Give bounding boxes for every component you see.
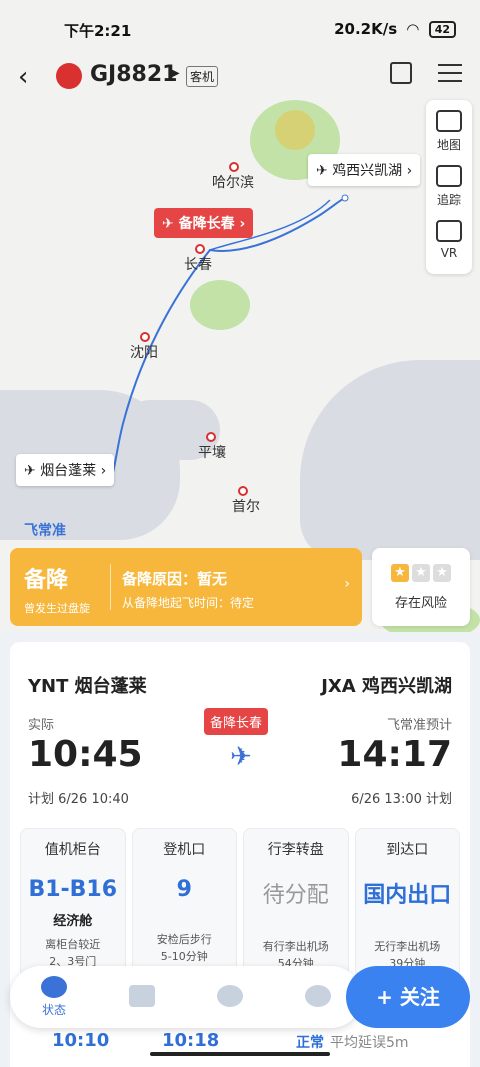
divert-badge: 备降长春 xyxy=(204,708,269,735)
brand-watermark: 飞常准 xyxy=(24,523,66,539)
arrival-airport[interactable]: JXA 鸡西兴凯湖 xyxy=(321,672,452,698)
city-label: 长春 xyxy=(184,257,212,273)
divider xyxy=(110,564,111,610)
tab-airport[interactable] xyxy=(205,984,255,1010)
tab-schedule[interactable] xyxy=(117,984,167,1010)
back-button[interactable]: ‹ xyxy=(18,62,28,92)
risk-card[interactable]: ★ ★ ★ 存在风险 xyxy=(372,548,470,626)
video-icon xyxy=(436,165,462,187)
info-note: 安检后步行 5-10分钟 xyxy=(156,933,212,963)
share-icon[interactable] xyxy=(390,62,412,84)
city-label: 哈尔滨 xyxy=(212,175,254,191)
layers-icon xyxy=(436,110,462,132)
divert-reason-sub: 从备降地起飞时间：待定 xyxy=(122,596,255,610)
arrival-exit-card[interactable]: 到达口 国内出口 无行李出机场 39分钟 xyxy=(354,828,460,978)
tab-label: 状态 xyxy=(41,1003,66,1017)
departure-airport[interactable]: YNT 烟台蓬莱 xyxy=(28,672,147,698)
city-marker xyxy=(140,332,150,342)
airline-logo-icon xyxy=(56,63,82,89)
departure-plan: 计划 6/26 10:40 xyxy=(28,792,129,807)
airport-info-grid: 值机柜台 B1-B16 经济舱 离柜台较近 2、3号门 登机口 9 安检后步行 … xyxy=(20,828,460,978)
info-value: 9 xyxy=(176,877,192,902)
city-marker xyxy=(206,432,216,442)
cabin-class: 经济舱 xyxy=(53,914,93,929)
status-sub: 曾发生过盘旋 xyxy=(24,602,90,615)
city-label: 沈阳 xyxy=(130,345,158,361)
map-layer-button[interactable]: 地图 xyxy=(426,106,472,161)
peek-time-2: 10:18 xyxy=(162,1030,220,1051)
divert-reason: 备降原因：暂无 xyxy=(122,570,228,588)
tool-label: VR xyxy=(440,246,458,260)
risk-label: 存在风险 xyxy=(394,596,447,611)
tab-trend[interactable] xyxy=(293,984,343,1010)
info-title: 值机柜台 xyxy=(44,842,101,858)
track-button[interactable]: 追踪 xyxy=(426,161,472,216)
star-icon: ★ xyxy=(412,564,430,582)
arrival-label: 飞常准预计 xyxy=(386,718,452,733)
info-title: 行李转盘 xyxy=(267,842,324,858)
flight-status-card[interactable]: 备降 曾发生过盘旋 备降原因：暂无 从备降地起飞时间：待定 › xyxy=(10,548,362,626)
city-label: 平壤 xyxy=(198,445,226,461)
risk-stars: ★ ★ ★ xyxy=(372,564,470,582)
info-title: 到达口 xyxy=(386,842,429,858)
network-speed: 20.2K/s xyxy=(334,20,398,38)
departure-time: 10:45 xyxy=(28,734,143,775)
battery-icon: 42 xyxy=(428,20,456,38)
info-value: 待分配 xyxy=(262,883,329,908)
peek-delay: 平均延误5m xyxy=(330,1035,409,1051)
city-marker xyxy=(195,244,205,254)
dest-airport-label: 鸡西兴凯湖 xyxy=(332,163,403,179)
tool-label: 追踪 xyxy=(436,193,461,207)
vr-icon xyxy=(436,220,462,242)
origin-airport-label: 烟台蓬莱 xyxy=(40,463,97,479)
menu-icon[interactable] xyxy=(438,64,462,88)
divert-tag[interactable]: ✈ 备降长春 › xyxy=(154,208,254,238)
info-title: 登机口 xyxy=(163,842,206,858)
aircraft-type-badge: 客机 xyxy=(186,66,219,87)
destination-airport-tag[interactable]: ✈ 鸡西兴凯湖 › xyxy=(308,154,421,186)
follow-button[interactable]: + 关注 xyxy=(346,966,470,1028)
info-value: 国内出口 xyxy=(363,883,452,908)
plane-icon: ✈ xyxy=(230,742,252,772)
star-icon: ★ xyxy=(433,564,451,582)
top-nav: ‹ GJ8821 ▶ 客机 xyxy=(0,58,480,98)
vr-button[interactable]: VR xyxy=(426,216,472,268)
tab-status[interactable]: 状态 xyxy=(29,976,79,1018)
tower-icon xyxy=(217,984,243,1007)
status-main: 备降 xyxy=(24,568,69,593)
arrival-time: 14:17 xyxy=(337,734,452,775)
planet-icon xyxy=(41,976,67,998)
home-indicator[interactable] xyxy=(150,1052,330,1056)
trend-icon xyxy=(305,984,331,1007)
system-status-bar: 下午2:21 20.2K/s ◠ 42 xyxy=(0,0,480,60)
arrival-plan: 6/26 13:00 计划 xyxy=(351,792,452,807)
flight-number[interactable]: GJ8821 xyxy=(90,62,177,87)
city-marker xyxy=(229,162,239,172)
wifi-icon: ◠ xyxy=(407,20,419,38)
peek-time-1: 10:10 xyxy=(52,1030,110,1051)
chevron-right-icon: › xyxy=(344,576,350,592)
info-value: B1-B16 xyxy=(28,877,118,902)
checkin-counter-card[interactable]: 值机柜台 B1-B16 经济舱 离柜台较近 2、3号门 xyxy=(20,828,126,978)
gate-card[interactable]: 登机口 9 安检后步行 5-10分钟 xyxy=(131,828,237,978)
city-marker xyxy=(238,486,248,496)
divert-label: 备降长春 xyxy=(178,216,235,232)
bottom-tab-bar: 状态 xyxy=(10,966,362,1028)
tool-label: 地图 xyxy=(436,138,461,152)
departure-label: 实际 xyxy=(28,718,55,733)
clock: 下午2:21 xyxy=(64,22,132,40)
peek-status: 正常 xyxy=(296,1035,324,1051)
city-label: 首尔 xyxy=(232,499,260,515)
map-tools: 地图 追踪 VR xyxy=(426,100,472,274)
baggage-carousel-card[interactable]: 行李转盘 待分配 有行李出机场 54分钟 xyxy=(243,828,349,978)
origin-airport-tag[interactable]: ✈ 烟台蓬莱 › xyxy=(16,454,115,486)
caret-right-icon: ▶ xyxy=(172,68,180,79)
star-icon: ★ xyxy=(391,564,409,582)
calendar-icon xyxy=(129,984,155,1007)
